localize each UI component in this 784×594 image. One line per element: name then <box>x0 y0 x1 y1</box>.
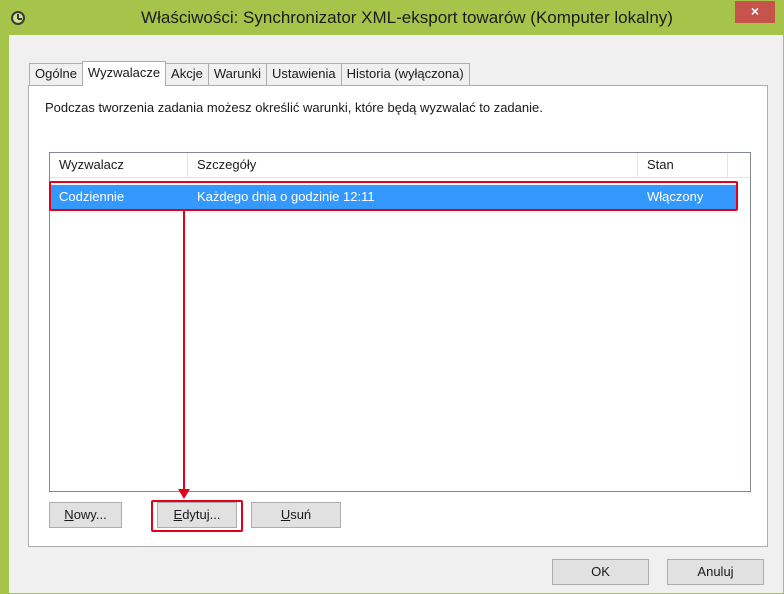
ok-button[interactable]: OK <box>552 559 649 585</box>
annotation-arrow-line <box>183 211 185 491</box>
window-border <box>1 35 9 594</box>
new-mnemonic: N <box>64 507 74 522</box>
column-header-state[interactable]: Stan <box>638 153 728 178</box>
panel-description: Podczas tworzenia zadania możesz określi… <box>45 100 543 115</box>
tab-conditions[interactable]: Warunki <box>207 63 268 85</box>
tab-strip: Ogólne Wyzwalacze Akcje Warunki Ustawien… <box>29 61 470 86</box>
window-title: Właściwości: Synchronizator XML-eksport … <box>141 8 673 27</box>
tab-general[interactable]: Ogólne <box>29 63 83 85</box>
column-header-details[interactable]: Szczegóły <box>188 153 638 178</box>
delete-mnemonic: U <box>280 507 291 522</box>
column-header-trigger[interactable]: Wyzwalacz <box>50 153 188 178</box>
close-button[interactable]: × <box>735 1 775 23</box>
properties-window: Właściwości: Synchronizator XML-eksport … <box>0 0 784 594</box>
new-label: owy... <box>73 507 107 522</box>
tab-triggers[interactable]: Wyzwalacze <box>81 61 167 86</box>
tab-history[interactable]: Historia (wyłączona) <box>340 63 470 85</box>
row-highlight-annotation <box>49 181 738 211</box>
tab-actions[interactable]: Akcje <box>165 63 209 85</box>
triggers-panel: Podczas tworzenia zadania możesz określi… <box>28 85 768 547</box>
annotation-arrow-head <box>178 489 190 499</box>
delete-label: suń <box>290 507 312 522</box>
delete-trigger-button[interactable]: Usuń <box>251 502 341 528</box>
button-highlight-annotation <box>151 500 243 532</box>
cancel-button[interactable]: Anuluj <box>667 559 764 585</box>
new-trigger-button[interactable]: Nowy... <box>49 502 122 528</box>
list-header: Wyzwalacz Szczegóły Stan <box>50 153 750 178</box>
tab-settings[interactable]: Ustawienia <box>266 63 342 85</box>
title-bar[interactable]: Właściwości: Synchronizator XML-eksport … <box>1 1 783 35</box>
